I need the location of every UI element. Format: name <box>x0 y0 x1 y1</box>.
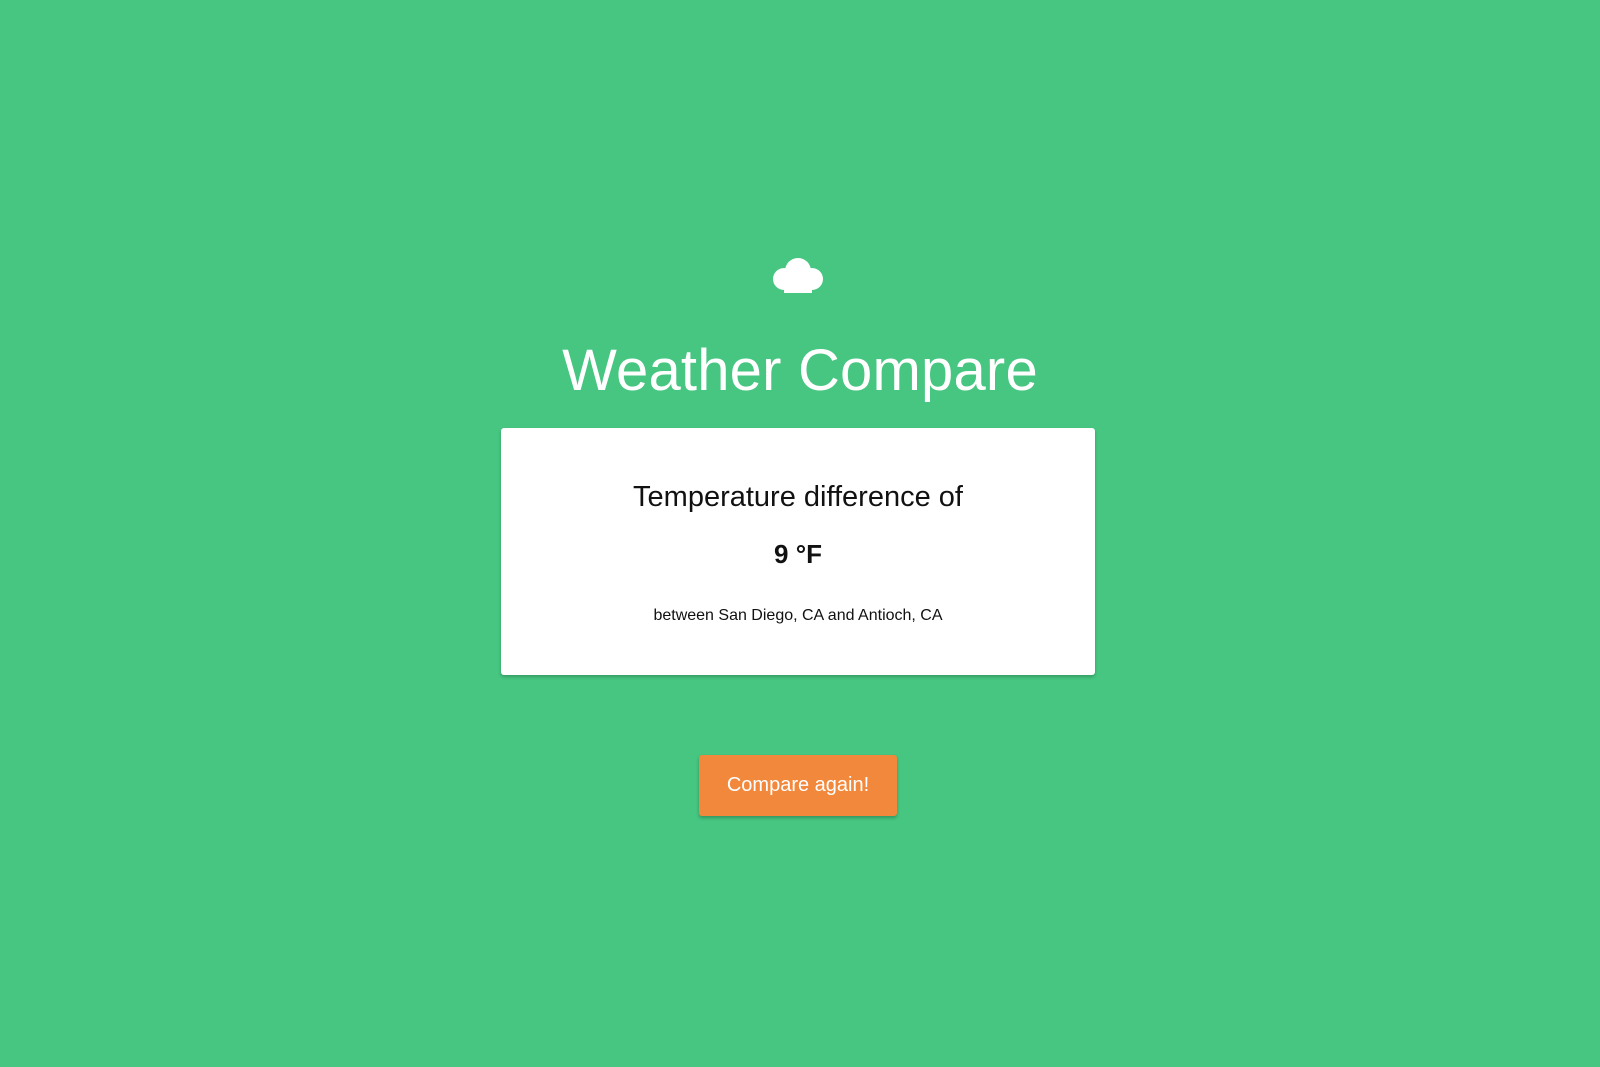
cloud-icon <box>771 256 825 294</box>
temperature-difference-label: Temperature difference of <box>633 481 963 513</box>
page-title: Weather Compare <box>562 338 1038 403</box>
temperature-difference-value: 9 °F <box>774 539 822 569</box>
temperature-result-card: Temperature difference of 9 °F between S… <box>501 428 1095 675</box>
compare-again-button[interactable]: Compare again! <box>699 755 897 816</box>
compared-locations-text: between San Diego, CA and Antioch, CA <box>653 607 943 624</box>
